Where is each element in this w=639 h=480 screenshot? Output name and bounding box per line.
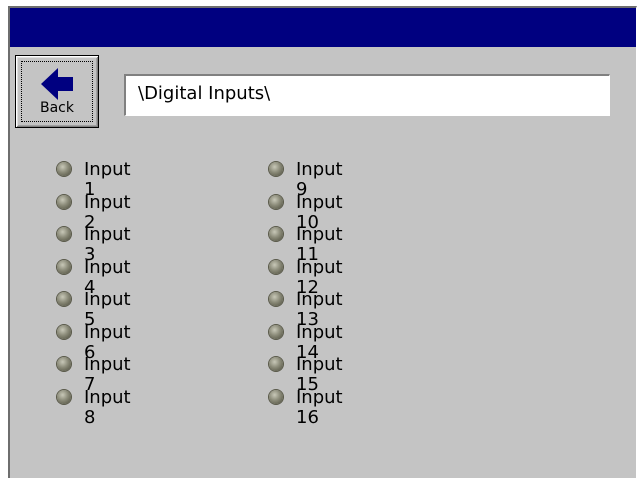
input-label: Input 8 [84, 386, 131, 428]
led-indicator-icon [269, 389, 283, 404]
led-indicator-icon [269, 324, 283, 339]
led-indicator-icon [57, 259, 71, 274]
led-indicator-icon [57, 194, 71, 209]
path-field: \Digital Inputs\ [124, 74, 610, 116]
back-label: Back [40, 100, 74, 116]
input-label: Input 16 [296, 386, 343, 428]
app-window: Back \Digital Inputs\ Input 1 Input 2 In… [8, 6, 637, 478]
led-indicator-icon [269, 194, 283, 209]
led-indicator-icon [57, 389, 71, 404]
led-indicator-icon [57, 162, 71, 176]
back-button[interactable]: Back [15, 55, 99, 128]
led-indicator-icon [57, 324, 71, 339]
led-indicator-icon [269, 227, 283, 241]
led-indicator-icon [57, 292, 71, 306]
led-indicator-icon [57, 227, 71, 241]
left-arrow-icon [41, 68, 73, 100]
led-indicator-icon [269, 292, 283, 306]
led-indicator-icon [57, 357, 71, 371]
led-indicator-icon [269, 162, 283, 176]
title-bar [10, 8, 636, 47]
led-indicator-icon [269, 357, 283, 371]
led-indicator-icon [269, 259, 283, 274]
